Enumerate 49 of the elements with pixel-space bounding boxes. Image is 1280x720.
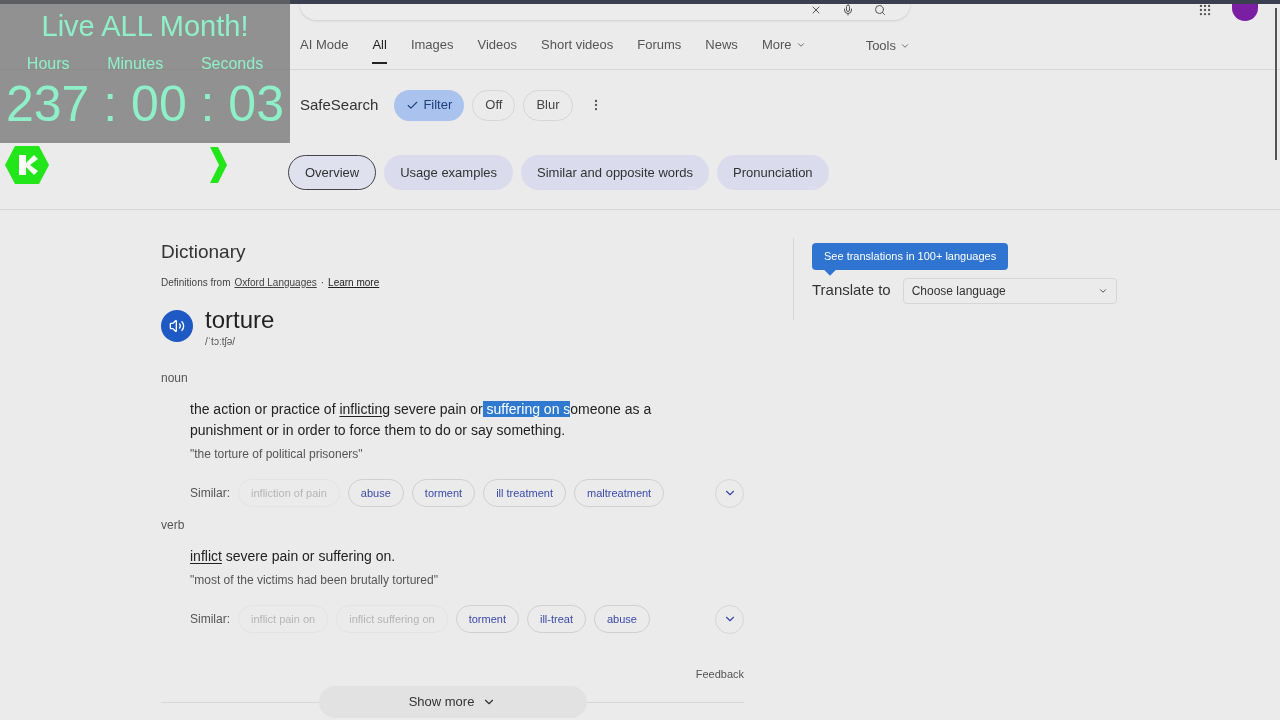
definition-text: the action or practice of inflicting severe pain or suffering on someone as a punishment or in order to force them to do or say something.	[189, 399, 653, 440]
translate-label: Translate to	[812, 280, 891, 301]
headword: torture	[205, 305, 275, 334]
example-sentence: "most of the victims had been brutally tortured"	[189, 571, 439, 589]
learn-more-link[interactable]: Learn more	[328, 274, 380, 290]
part-of-speech: verb	[161, 516, 186, 534]
nav-tab[interactable]: All	[372, 27, 387, 64]
hexagon-logo-icon	[4, 145, 50, 185]
source-label: Definitions from	[161, 275, 231, 290]
similar-label: Similar:	[190, 611, 230, 628]
overlay-title: Live ALL Month!	[41, 9, 249, 44]
apps-icon[interactable]	[1198, 3, 1212, 17]
filter-chip[interactable]: Pronunciation	[717, 155, 829, 190]
part-of-speech: noun	[161, 369, 189, 387]
chevron-right-icon	[208, 145, 228, 185]
filter-chip[interactable]: Usage examples	[384, 155, 513, 190]
filter-chip[interactable]: Similar and opposite words	[521, 155, 710, 190]
safesearch-label: SafeSearch	[300, 94, 379, 115]
speaker-button[interactable]	[161, 309, 193, 342]
safesearch-option[interactable]: Filter	[394, 89, 465, 121]
separator: ·	[320, 275, 325, 290]
definition-link[interactable]: inflicting	[339, 400, 390, 417]
definition-link[interactable]: inflict	[190, 547, 222, 564]
language-dropdown[interactable]: Choose language	[902, 277, 1117, 304]
search-icon[interactable]	[874, 4, 886, 16]
unit-label: Seconds	[200, 54, 264, 74]
tools-menu[interactable]: Tools	[865, 35, 910, 56]
show-more-button[interactable]: Show more	[318, 686, 587, 718]
nav-tab[interactable]: Videos	[477, 27, 518, 64]
section-title: Dictionary	[161, 240, 247, 264]
nav-tab[interactable]: News	[705, 27, 738, 64]
feedback-link[interactable]: Feedback	[695, 665, 744, 682]
unit-label: Hours	[26, 54, 70, 74]
nav-tab[interactable]: Forums	[637, 27, 682, 64]
speaker-icon	[169, 317, 185, 334]
microphone-icon[interactable]	[842, 4, 854, 16]
nav-tab[interactable]: AI Mode	[300, 27, 349, 64]
phonetic-text: /ˈtɔːtʃə/	[205, 334, 236, 349]
definition-text: inflict severe pain or suffering on.	[189, 546, 397, 566]
nav-tab[interactable]: Short videos	[541, 27, 614, 64]
clear-icon[interactable]	[810, 4, 822, 16]
example-sentence: "the torture of political prisoners"	[189, 445, 364, 463]
countdown-timer: 237 : 00 : 03	[6, 76, 284, 132]
unit-label: Minutes	[107, 54, 164, 74]
filter-chip[interactable]: Overview	[288, 155, 377, 190]
source-link[interactable]: Oxford Languages	[234, 274, 317, 290]
similar-label: Similar:	[190, 485, 230, 502]
nav-tab[interactable]: Images	[410, 27, 454, 64]
nav-tab[interactable]: More	[761, 27, 806, 64]
